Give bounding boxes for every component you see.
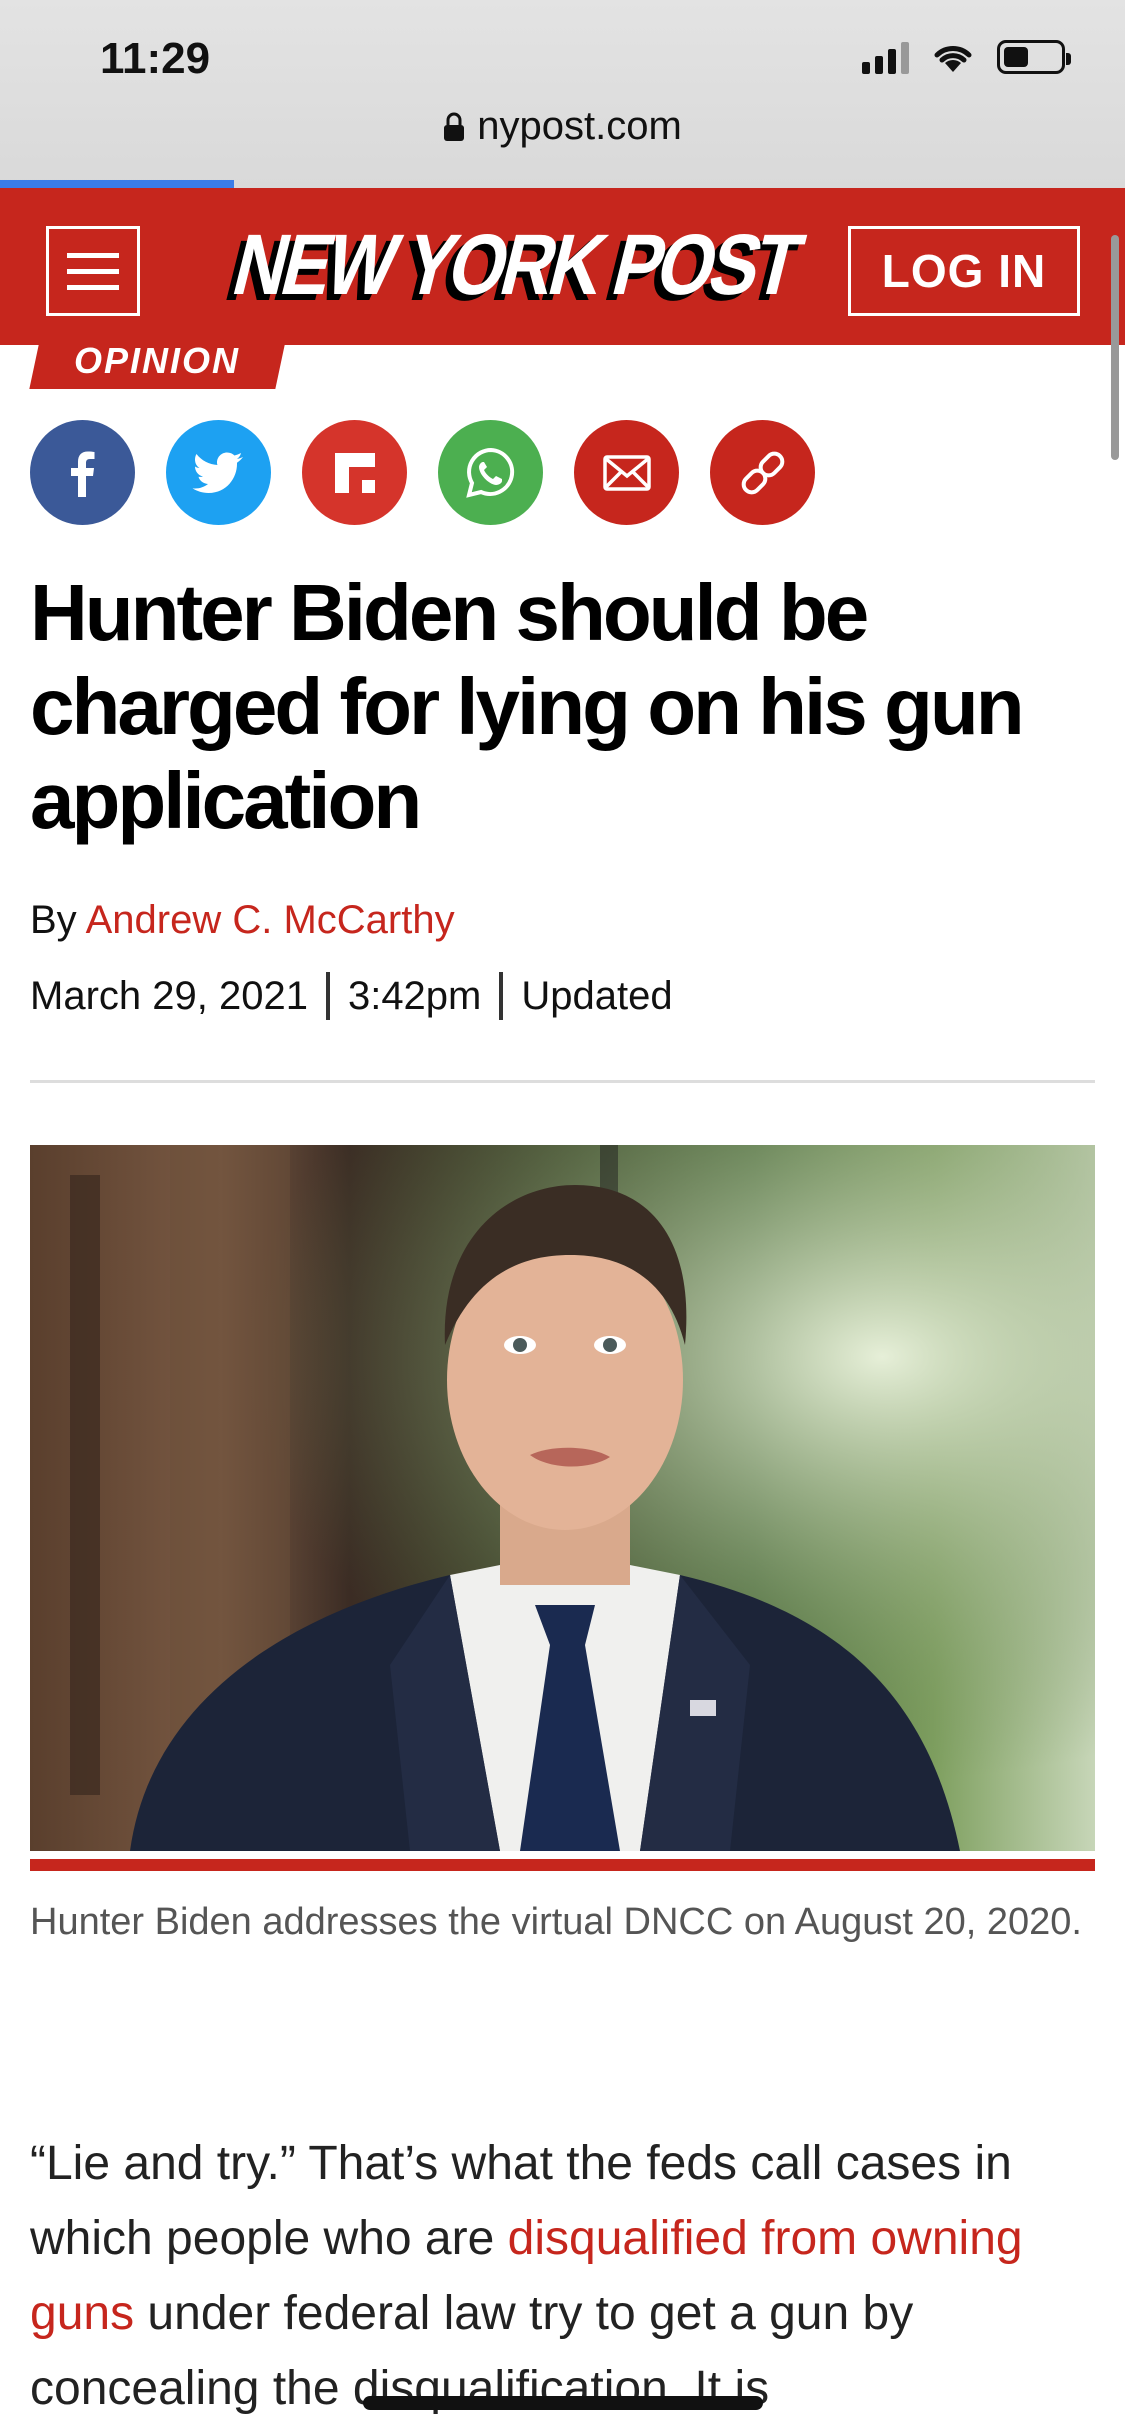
menu-button[interactable] (46, 226, 140, 316)
divider (30, 1080, 1095, 1083)
flipboard-share-button[interactable] (302, 420, 407, 525)
publish-time: 3:42pm (347, 973, 482, 1018)
facebook-icon (70, 451, 94, 497)
logo-text: NEW YORK POST (224, 222, 812, 313)
article-body: “Lie and try.” That’s what the feds call… (30, 2126, 1095, 2426)
hamburger-icon (67, 252, 119, 258)
twitter-share-button[interactable] (166, 420, 271, 525)
dateline: March 29, 2021 3:42pm Updated (30, 972, 673, 1020)
scrollbar[interactable] (1111, 235, 1119, 460)
facebook-share-button[interactable] (30, 420, 135, 525)
updated-label: Updated (521, 973, 673, 1018)
photo-caption: Hunter Biden addresses the virtual DNCC … (30, 1901, 1082, 1943)
author-link[interactable]: Andrew C. McCarthy (86, 898, 455, 942)
email-icon (602, 454, 651, 491)
status-icons (862, 40, 1071, 74)
url-bar[interactable]: nypost.com (0, 104, 1125, 149)
byline-prefix: By (30, 898, 77, 942)
page-load-progress-bar (0, 180, 234, 188)
wifi-icon (934, 46, 972, 72)
email-share-button[interactable] (574, 420, 679, 525)
copy-link-button[interactable] (710, 420, 815, 525)
twitter-icon (192, 452, 243, 493)
status-time: 11:29 (100, 34, 211, 83)
photo-accent-bar (30, 1859, 1095, 1871)
lock-icon (444, 112, 465, 141)
whatsapp-icon (465, 447, 514, 498)
share-buttons (30, 420, 815, 525)
hamburger-icon-line (67, 284, 119, 290)
site-header: NEW YORK POST NEW YORK POST LOG IN (0, 188, 1125, 345)
publish-date: March 29, 2021 (30, 973, 308, 1018)
section-tag-label: OPINION (73, 345, 240, 381)
cellular-signal-icon (862, 40, 909, 74)
site-logo[interactable]: NEW YORK POST NEW YORK POST (215, 222, 815, 314)
article-headline: Hunter Biden should be charged for lying… (30, 568, 1025, 845)
link-icon (741, 451, 784, 494)
url-text: nypost.com (477, 104, 682, 148)
flipboard-icon (334, 452, 375, 493)
whatsapp-share-button[interactable] (438, 420, 543, 525)
byline: By Andrew C. McCarthy (30, 898, 455, 943)
photo-illustration (30, 1145, 1095, 1851)
hamburger-icon-line (67, 268, 119, 274)
login-button[interactable]: LOG IN (848, 226, 1080, 316)
browser-top-bar: 11:29 nypost.com (0, 0, 1125, 188)
home-indicator[interactable] (363, 2396, 763, 2410)
page: 11:29 nypost.com NEW YORK POST NEW YORK … (0, 0, 1125, 2436)
separator (325, 972, 330, 1020)
section-tag[interactable]: OPINION (29, 345, 285, 389)
separator (499, 972, 504, 1020)
battery-icon (997, 40, 1071, 74)
article-photo[interactable] (30, 1145, 1095, 1851)
